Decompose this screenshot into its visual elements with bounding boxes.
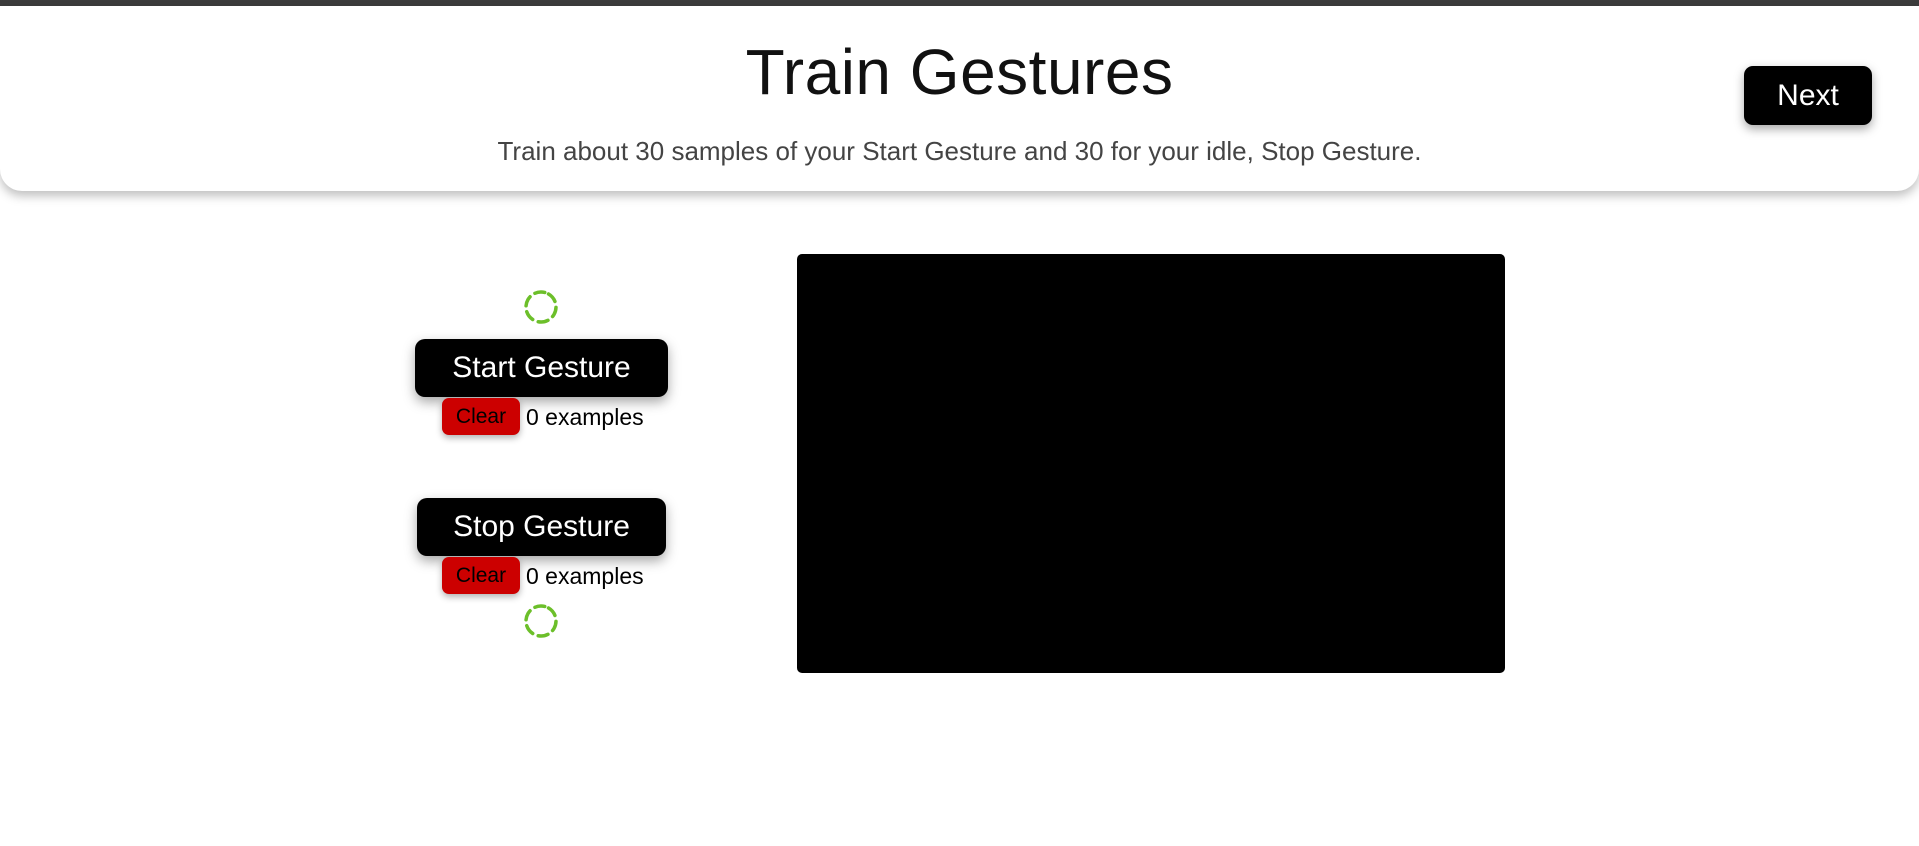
stop-gesture-loading-spinner-icon [524, 604, 558, 638]
page-subtitle: Train about 30 samples of your Start Ges… [497, 136, 1422, 166]
stop-gesture-clear-button[interactable]: Clear [442, 557, 520, 594]
page-title: Train Gestures [745, 36, 1174, 108]
next-button[interactable]: Next [1744, 66, 1872, 125]
start-gesture-example-count: 0 examples [526, 404, 644, 430]
webcam-preview [797, 254, 1505, 673]
stop-gesture-example-count: 0 examples [526, 563, 644, 589]
header-card: Train Gestures Train about 30 samples of… [0, 6, 1919, 191]
start-gesture-clear-button[interactable]: Clear [442, 398, 520, 435]
stop-gesture-button[interactable]: Stop Gesture [417, 498, 666, 556]
start-gesture-button[interactable]: Start Gesture [415, 339, 668, 397]
start-gesture-loading-spinner-icon [524, 290, 558, 324]
